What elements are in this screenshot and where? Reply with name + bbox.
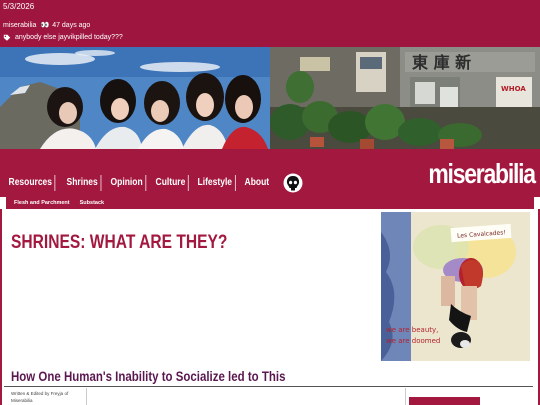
- nav-menu: Resources Shrines Opinion Culture Lifest…: [6, 173, 303, 193]
- date-text: 5/3/2026: [3, 2, 35, 11]
- sidebar-thumbnail[interactable]: [409, 397, 480, 405]
- post-text: anybody else jayvikpilled today???: [15, 34, 123, 41]
- article-artwork: Les Cavalcades! we are beauty, we are do…: [381, 212, 530, 361]
- svg-text:東 庫 新: 東 庫 新: [412, 53, 471, 72]
- subnav-substack[interactable]: Substack: [80, 200, 104, 206]
- nav-lifestyle[interactable]: Lifestyle: [195, 175, 236, 191]
- status-user[interactable]: miserabilia: [3, 21, 36, 31]
- frame-left-border: [0, 209, 2, 405]
- status-time: 47 days ago: [52, 22, 91, 29]
- article-byline: Written & Edited by Freyja of Miserabili…: [11, 391, 69, 403]
- tag-icon: [3, 34, 11, 41]
- art-caption-line1: we are beauty,: [386, 326, 438, 334]
- subnav-flesh-and-parchment[interactable]: Flesh and Parchment: [14, 200, 70, 206]
- svg-text:WHOA: WHOA: [501, 85, 526, 93]
- nav-resources[interactable]: Resources: [6, 175, 56, 191]
- header-banner: 東 庫 新 WHOA NO: [0, 47, 540, 149]
- banner-image: 東 庫 新 WHOA NO: [0, 47, 540, 149]
- nav-opinion[interactable]: Opinion: [108, 175, 146, 191]
- status-line: miserabilia 👀 47 days ago: [3, 21, 90, 31]
- nav-shrines[interactable]: Shrines: [64, 175, 102, 191]
- nav-about[interactable]: About: [242, 175, 272, 191]
- nav-culture[interactable]: Culture: [153, 175, 189, 191]
- sub-navbar: Flesh and Parchment Substack: [6, 197, 534, 209]
- section-divider: [4, 386, 533, 387]
- site-title[interactable]: miserabilia: [429, 156, 537, 192]
- eyes-emoji: 👀: [40, 22, 49, 29]
- article-subtitle: How One Human's Inability to Socialize l…: [11, 368, 286, 384]
- status-post: anybody else jayvikpilled today???: [3, 33, 123, 43]
- top-status-bar: 5/3/2026 miserabilia 👀 47 days ago anybo…: [0, 0, 540, 47]
- sidebar-column-border: [405, 388, 406, 405]
- art-caption-line2: we are doomed: [386, 337, 440, 345]
- skull-logo-icon[interactable]: [283, 173, 303, 193]
- byline-column-border: [86, 388, 87, 405]
- article-title: SHRINES: WHAT ARE THEY?: [11, 232, 228, 253]
